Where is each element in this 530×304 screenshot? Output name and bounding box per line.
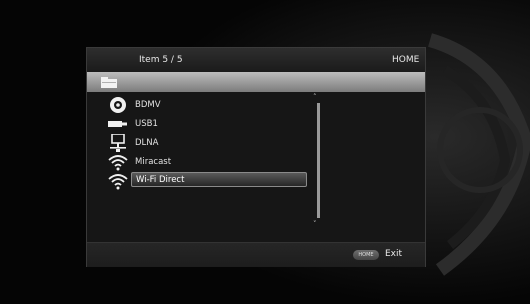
folder-icon (101, 77, 117, 88)
menu-item-dlna[interactable]: DLNA (107, 134, 307, 152)
menu-item-label: BDMV (135, 100, 161, 110)
usb-drive-icon (108, 121, 127, 127)
menu-item-wifi-direct[interactable]: Wi-Fi Direct (107, 172, 307, 190)
menu-item-bdmv[interactable]: BDMV (107, 96, 307, 114)
menu-item-label: DLNA (135, 138, 159, 148)
scroll-down-arrow-icon[interactable]: ˅ (313, 220, 317, 228)
source-list: BDMV USB1 DLNA Miracast Wi-Fi Direct ˄ ˅ (87, 92, 425, 242)
scrollbar-track[interactable] (317, 103, 320, 218)
menu-footer: HOME Exit (87, 242, 425, 267)
exit-label: Exit (385, 249, 403, 259)
scrollbar-thumb[interactable] (317, 103, 320, 218)
screen-title: HOME (392, 55, 420, 65)
scroll-up-arrow-icon[interactable]: ˄ (313, 93, 317, 101)
menu-item-label: Wi-Fi Direct (131, 172, 307, 187)
wifi-icon (108, 174, 128, 190)
wifi-icon (108, 155, 128, 171)
menu-item-label: Miracast (135, 157, 172, 167)
menu-item-label: USB1 (135, 119, 158, 129)
network-server-icon (110, 134, 126, 152)
path-bar (87, 72, 425, 92)
item-count: Item 5 / 5 (139, 55, 183, 65)
home-menu-panel: Item 5 / 5 HOME BDMV USB1 DLNA Miracast … (86, 47, 426, 267)
menu-item-miracast[interactable]: Miracast (107, 153, 307, 171)
menu-header: Item 5 / 5 HOME (87, 48, 425, 72)
menu-item-usb1[interactable]: USB1 (107, 115, 307, 133)
disc-icon (110, 97, 126, 113)
home-button[interactable]: HOME (353, 250, 379, 260)
